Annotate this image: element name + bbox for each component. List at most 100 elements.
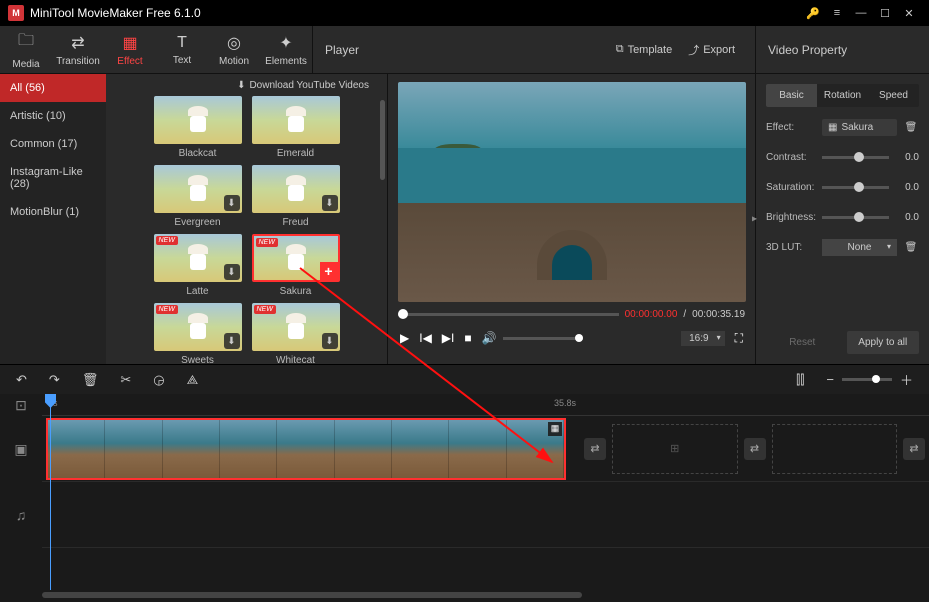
timeline-toolbar: ↶ ↷ 🗑 ✂ ◶ ⟁ ⫿⫿ − ＋ [0, 364, 929, 394]
download-effect-button[interactable]: ⬇ [224, 264, 240, 280]
play-button[interactable]: ▶ [400, 331, 409, 345]
effect-item[interactable]: Emerald [252, 96, 340, 159]
lut-label: 3D LUT: [766, 242, 816, 253]
effect-thumbnail[interactable]: NEW⬇ [252, 303, 340, 351]
split-button[interactable]: ✂ [120, 372, 131, 388]
effect-item[interactable]: NEW⬇Whitecat [252, 303, 340, 364]
video-preview[interactable] [398, 82, 746, 302]
effect-item[interactable]: ⬇Evergreen [154, 165, 242, 228]
download-effect-button[interactable]: ⬇ [224, 333, 240, 349]
effect-thumbnail[interactable]: NEW⬇ [154, 234, 242, 282]
effect-thumbnail[interactable]: ⬇ [252, 165, 340, 213]
audio-settings-icon[interactable]: ⫿⫿ [796, 372, 804, 388]
zoom-in-button[interactable]: ＋ [900, 370, 913, 389]
download-effect-button[interactable]: ⬇ [224, 195, 240, 211]
close-button[interactable]: ✕ [897, 3, 921, 23]
timeline-scrollbar[interactable] [42, 592, 582, 598]
template-button[interactable]: ⧉Template [608, 39, 681, 60]
download-effect-button[interactable]: ⬇ [322, 333, 338, 349]
effect-item[interactable]: ⬇Freud [252, 165, 340, 228]
brightness-label: Brightness: [766, 212, 816, 223]
tab-text[interactable]: TText [156, 26, 208, 73]
speed-tool-button[interactable]: ◶ [153, 372, 164, 388]
tab-effect[interactable]: ▦Effect [104, 26, 156, 73]
menu-icon[interactable]: ≡ [825, 3, 849, 23]
motion-icon: ◎ [227, 33, 241, 53]
fit-button[interactable]: ⊡ [0, 394, 42, 416]
category-item[interactable]: All (56) [0, 74, 106, 102]
prop-tab-speed[interactable]: Speed [868, 84, 919, 107]
effect-thumbnail[interactable] [252, 96, 340, 144]
effect-item[interactable]: NEW⬇ Latte [154, 234, 242, 297]
contrast-slider[interactable] [822, 156, 889, 159]
add-effect-button[interactable]: + [320, 262, 338, 280]
volume-slider[interactable] [503, 337, 583, 340]
delete-button[interactable]: 🗑 [82, 372, 99, 388]
apply-all-button[interactable]: Apply to all [847, 331, 920, 354]
effect-categories: All (56)Artistic (10)Common (17)Instagra… [0, 74, 106, 364]
zoom-slider[interactable] [842, 378, 892, 381]
transition-slot[interactable]: ⇄ [903, 438, 925, 460]
category-item[interactable]: Artistic (10) [0, 102, 106, 130]
export-icon: ⤴ [688, 42, 699, 58]
transition-slot[interactable]: ⇄ [744, 438, 766, 460]
video-clip[interactable]: ▦ [46, 418, 566, 480]
tab-motion[interactable]: ◎Motion [208, 26, 260, 73]
property-header: Video Property [755, 26, 929, 73]
key-icon[interactable]: 🔑 [801, 3, 825, 23]
tab-elements[interactable]: ✦Elements [260, 26, 312, 73]
effect-label: Latte [186, 286, 208, 297]
effects-scrollbar[interactable] [380, 100, 385, 180]
properties-panel: Basic Rotation Speed Effect: ▦Sakura 🗑 C… [755, 74, 929, 364]
undo-button[interactable]: ↶ [16, 372, 27, 388]
effect-item[interactable]: NEW⬇Sweets [154, 303, 242, 364]
effect-chip[interactable]: ▦Sakura [822, 119, 897, 136]
expand-chevron-icon[interactable]: ▸ [752, 214, 757, 225]
redo-button[interactable]: ↷ [49, 372, 60, 388]
effect-thumbnail[interactable]: NEW + [252, 234, 340, 282]
audio-track[interactable] [42, 482, 929, 548]
effect-item[interactable]: Blackcat [154, 96, 242, 159]
tab-media[interactable]: 🗀Media [0, 26, 52, 73]
fullscreen-button[interactable]: ⛶ [735, 331, 743, 346]
video-track[interactable]: ▦ ⇄ ⊞ ⇄ ⇄ [42, 416, 929, 482]
empty-clip-slot[interactable] [772, 424, 898, 474]
prop-tab-rotation[interactable]: Rotation [817, 84, 868, 107]
volume-icon[interactable]: 🔊 [482, 331, 497, 345]
download-effect-button[interactable]: ⬇ [322, 195, 338, 211]
lut-select[interactable]: None [822, 239, 897, 256]
aspect-ratio-select[interactable]: 16:9 [681, 331, 724, 346]
effect-item[interactable]: NEW+Sakura [252, 234, 340, 297]
clip-effect-icon[interactable]: ▦ [548, 422, 562, 436]
category-item[interactable]: Instagram-Like (28) [0, 158, 106, 198]
delete-effect-button[interactable]: 🗑 [903, 119, 919, 135]
prev-frame-button[interactable]: I◀ [419, 331, 432, 345]
transition-slot[interactable]: ⇄ [584, 438, 606, 460]
stop-button[interactable]: ■ [464, 331, 471, 345]
category-item[interactable]: MotionBlur (1) [0, 198, 106, 226]
export-button[interactable]: ⤴Export [680, 38, 743, 62]
category-item[interactable]: Common (17) [0, 130, 106, 158]
crop-button[interactable]: ⟁ [187, 372, 199, 388]
timeline-ruler[interactable]: 0s 35.8s [42, 394, 929, 416]
player-seekbar[interactable]: 00:00:00.00 / 00:00:35.19 [398, 304, 745, 324]
effect-thumbnail[interactable] [154, 96, 242, 144]
next-frame-button[interactable]: ▶I [442, 331, 455, 345]
new-badge: NEW [256, 238, 278, 247]
playhead[interactable] [50, 394, 51, 590]
brightness-slider[interactable] [822, 216, 889, 219]
saturation-slider[interactable] [822, 186, 889, 189]
video-track-icon: ▣ [0, 416, 42, 482]
prop-tab-basic[interactable]: Basic [766, 84, 817, 107]
tab-transition[interactable]: ⇄Transition [52, 26, 104, 73]
player-title: Player [325, 43, 608, 57]
effect-thumbnail[interactable]: NEW⬇ [154, 303, 242, 351]
download-youtube-link[interactable]: ⬇Download YouTube Videos [237, 80, 369, 91]
minimize-button[interactable]: — [849, 3, 873, 23]
reset-button[interactable]: Reset [766, 331, 839, 354]
effect-thumbnail[interactable]: ⬇ [154, 165, 242, 213]
empty-clip-slot[interactable]: ⊞ [612, 424, 738, 474]
maximize-button[interactable]: ☐ [873, 3, 897, 23]
zoom-out-button[interactable]: − [826, 372, 834, 387]
delete-lut-button[interactable]: 🗑 [903, 239, 919, 255]
